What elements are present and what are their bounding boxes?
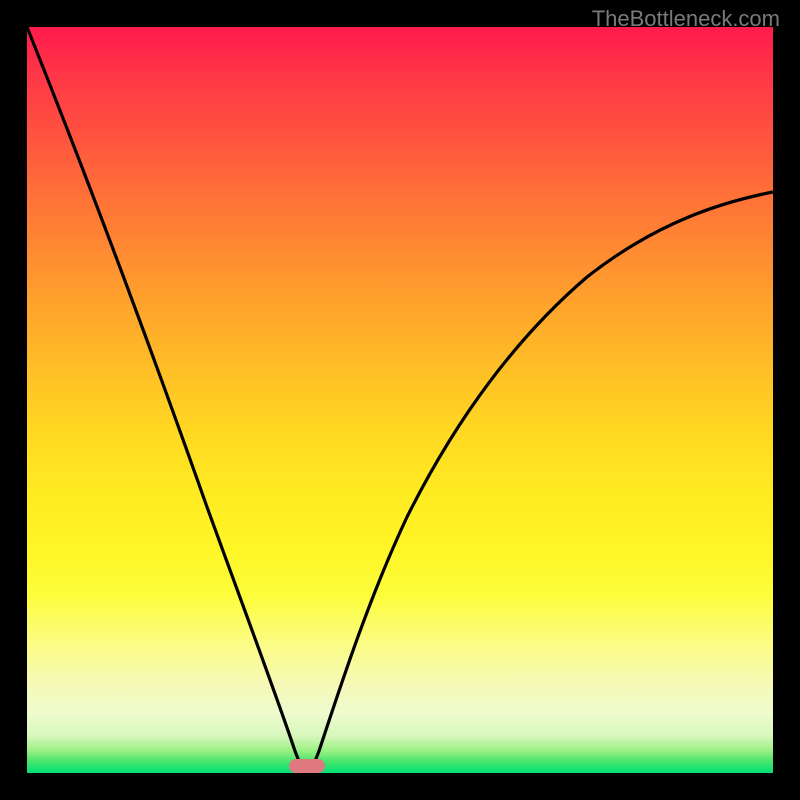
left-curve-path (27, 27, 307, 773)
watermark-text: TheBottleneck.com (592, 6, 780, 32)
chart-plot-area (27, 27, 773, 773)
right-curve-path (307, 192, 773, 773)
optimal-point-marker (289, 759, 325, 773)
chart-curves-svg (27, 27, 773, 773)
